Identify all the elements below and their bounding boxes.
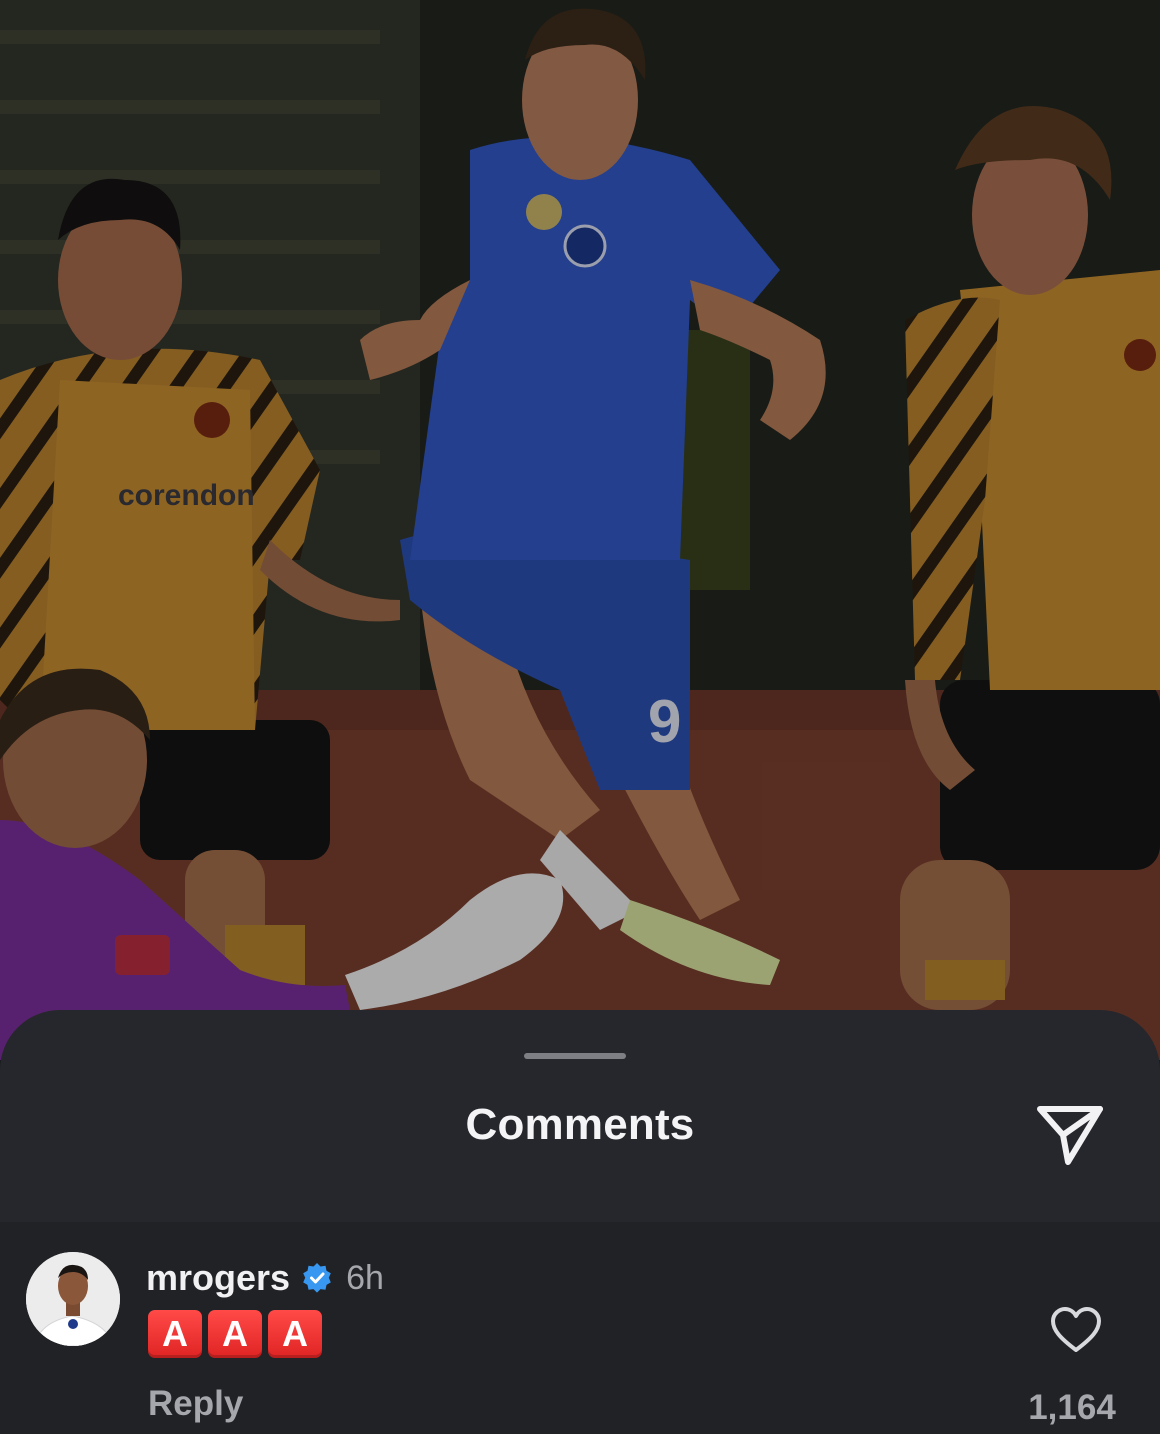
- comments-sheet: Comments mrogers 6h A A A Reply 1,164: [0, 1010, 1160, 1434]
- reply-button[interactable]: Reply: [148, 1384, 243, 1424]
- photo-dim-overlay: [0, 0, 1160, 1060]
- share-button[interactable]: [1030, 1092, 1110, 1172]
- like-count: 1,164: [1028, 1388, 1116, 1427]
- red-a-emoji: A: [148, 1310, 202, 1358]
- like-button[interactable]: [1050, 1306, 1102, 1354]
- comment-username[interactable]: mrogers: [146, 1257, 290, 1299]
- post-photo: corendon 9: [0, 0, 1160, 1060]
- sheet-drag-handle[interactable]: [524, 1053, 626, 1059]
- avatar[interactable]: [26, 1252, 120, 1346]
- comment-header: mrogers 6h: [146, 1256, 384, 1300]
- comments-title: Comments: [465, 1100, 695, 1149]
- paper-plane-icon: [1037, 1106, 1103, 1165]
- red-a-emoji: A: [268, 1310, 322, 1358]
- red-a-emoji: A: [208, 1310, 262, 1358]
- comment-text: A A A: [148, 1310, 322, 1358]
- heart-outline-icon: [1051, 1307, 1101, 1352]
- verified-badge-icon: [303, 1263, 331, 1293]
- comment-timestamp: 6h: [346, 1258, 384, 1297]
- avatar-image: [26, 1252, 120, 1346]
- instagram-post-comments-screen: corendon 9 Comments mrogers 6h A A A Rep…: [0, 0, 1160, 1434]
